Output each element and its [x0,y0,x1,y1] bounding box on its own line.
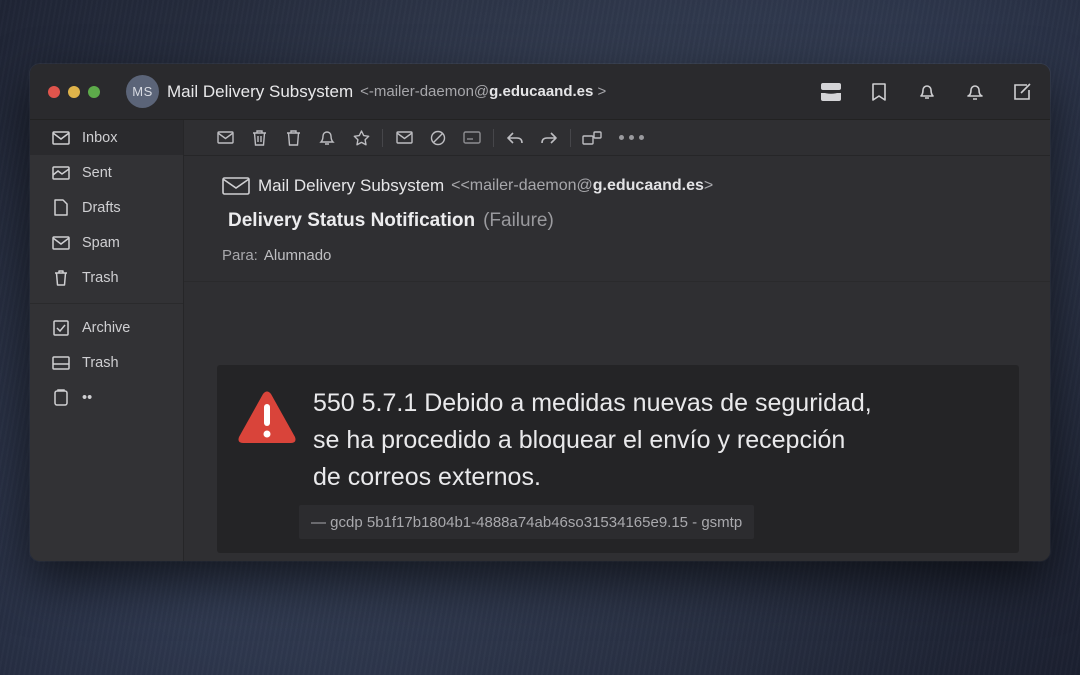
bookmark-icon[interactable] [866,80,892,104]
sidebar-item-label: Archive [82,319,131,336]
titlebar-actions [818,80,1036,104]
delete-icon[interactable] [276,126,310,150]
error-message: 550 5.7.1 Debido a medidas nuevas de seg… [313,385,993,496]
toolbar-divider [570,128,571,147]
message-subject: Delivery Status Notification (Failure) [228,210,1050,232]
star-icon[interactable] [344,126,378,150]
sidebar-item-label: Spam [82,234,120,251]
trash-icon [52,269,70,287]
message-pane: Mail Delivery Subsystem <<mailer-daemon@… [184,120,1050,561]
sidebar-item-archive[interactable]: Archive [30,310,183,345]
sent-tray-icon [52,164,70,182]
window-sender-name: Mail Delivery Subsystem [167,81,354,101]
error-line: de correos externos. [313,463,541,491]
archive-box-icon[interactable] [242,126,276,150]
subject-text: Delivery Status Notification [228,210,476,231]
envelope-icon [52,129,70,147]
to-value: Alumnado [263,247,332,264]
toolbar-divider [382,128,383,147]
label-icon[interactable] [455,126,489,150]
forward-icon[interactable] [532,126,566,150]
reply-icon[interactable] [498,126,532,150]
error-line: 550 5.7.1 Debido a medidas nuevas de seg… [313,389,872,417]
spam-envelope-icon [52,234,70,252]
warning-icon [237,391,297,445]
toolbar-divider [493,128,494,147]
more-icon[interactable] [619,135,644,140]
sidebar-item-label: Sent [82,164,112,181]
zoom-window-button[interactable] [88,85,100,98]
error-notice: 550 5.7.1 Debido a medidas nuevas de seg… [217,365,1019,553]
envelope-icon[interactable] [208,126,242,150]
from-name: Mail Delivery Subsystem [258,176,445,195]
sidebar-item-label: Inbox [82,129,118,146]
minimize-window-button[interactable] [68,85,80,98]
sidebar-divider [30,303,183,304]
document-icon [52,199,70,217]
sidebar-item-more[interactable]: •• [30,380,183,415]
compose-icon[interactable] [1010,80,1036,104]
bell-icon[interactable] [310,126,344,150]
message-toolbar [184,120,1050,156]
move-icon[interactable] [575,126,609,150]
sender-avatar: MS [126,75,159,108]
window-sender-address: <-mailer-daemon@g.educaand.es > [360,83,607,100]
sidebar-item-label: Drafts [82,199,121,216]
sidebar: Inbox Sent Drafts Spam Trash Archive Tra… [30,120,184,561]
sidebar-item-trash[interactable]: Trash [30,260,183,295]
notification-icon[interactable] [962,80,988,104]
window-controls [48,85,100,98]
archive-icon [52,319,70,337]
from-address[interactable]: <<mailer-daemon@g.educaand.es> [451,177,713,195]
mail-icon[interactable] [387,126,421,150]
envelope-icon [222,177,250,195]
to-label: Para: [222,247,258,264]
bell-icon[interactable] [914,80,940,104]
panel-icon[interactable] [818,80,844,104]
close-window-button[interactable] [48,85,60,98]
tray-icon [52,354,70,372]
sidebar-item-spam[interactable]: Spam [30,225,183,260]
clipboard-icon [52,389,70,407]
message-header: Mail Delivery Subsystem <<mailer-daemon@… [184,156,1050,282]
sidebar-item-inbox[interactable]: Inbox [30,120,183,155]
sidebar-item-label: •• [82,389,93,406]
sidebar-item-sent[interactable]: Sent [30,155,183,190]
sidebar-item-label: Trash [82,354,119,371]
message-from: Mail Delivery Subsystem <<mailer-daemon@… [222,176,1050,196]
sidebar-item-drafts[interactable]: Drafts [30,190,183,225]
message-recipient: Para: Alumnado [222,247,1050,264]
title-bar: MS Mail Delivery Subsystem <-mailer-daem… [30,64,1050,120]
mail-window: MS Mail Delivery Subsystem <-mailer-daem… [30,64,1050,561]
error-line: se ha procedido a bloquear el envío y re… [313,426,846,454]
block-icon[interactable] [421,126,455,150]
sidebar-item-label: Trash [82,269,119,286]
sidebar-item-trash-2[interactable]: Trash [30,345,183,380]
subject-status: (Failure) [483,210,554,231]
smtp-trace: — gcdp 5b1f17b1804b1-4888a74ab46so315341… [299,505,755,539]
